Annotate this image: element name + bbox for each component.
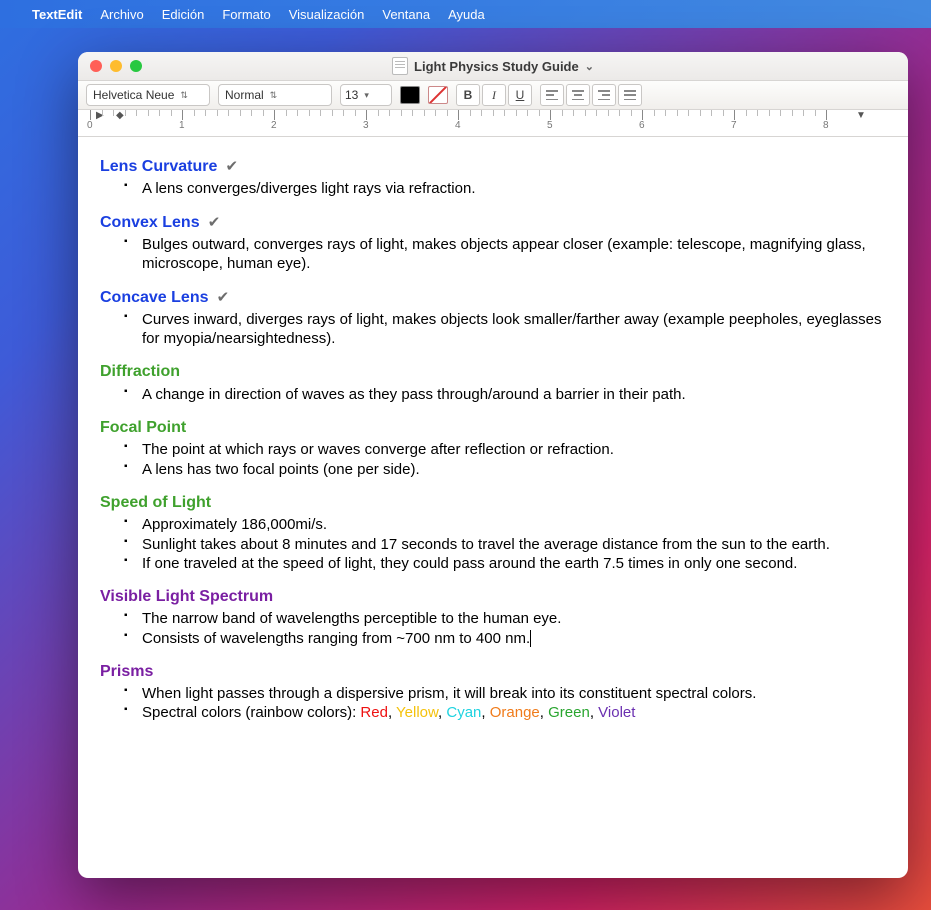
list-item: Sunlight takes about 8 minutes and 17 se…: [100, 535, 886, 554]
spectral-color: Yellow: [396, 704, 438, 721]
font-style-select[interactable]: Normal ⇅: [218, 84, 332, 106]
format-toolbar: Helvetica Neue ⇅ Normal ⇅ 13 ▾ B I U: [78, 81, 908, 110]
spectral-color: Cyan: [446, 704, 481, 721]
ruler-number: 3: [363, 120, 369, 131]
document-icon: [392, 57, 408, 75]
list-item: A lens converges/diverges light rays via…: [100, 179, 886, 198]
section-heading: Convex Lens ✔: [100, 213, 886, 233]
bullet-list: A change in direction of waves as they p…: [100, 385, 886, 404]
list-item: Consists of wavelengths ranging from ~70…: [100, 629, 886, 648]
document-window: Light Physics Study Guide ⌄ Helvetica Ne…: [78, 52, 908, 878]
list-item: If one traveled at the speed of light, t…: [100, 554, 886, 573]
section: Speed of LightApproximately 186,000mi/s.…: [100, 493, 886, 573]
ruler-number: 8: [823, 120, 829, 131]
section: Convex Lens ✔Bulges outward, converges r…: [100, 213, 886, 274]
section-heading: Diffraction: [100, 362, 886, 382]
list-item: Curves inward, diverges rays of light, m…: [100, 310, 886, 348]
section-heading: Visible Light Spectrum: [100, 587, 886, 607]
spectral-color: Red: [360, 704, 388, 721]
underline-button[interactable]: U: [508, 84, 532, 106]
document-body[interactable]: Lens Curvature ✔ A lens converges/diverge…: [78, 137, 908, 878]
window-title-text: Light Physics Study Guide: [414, 59, 579, 74]
alignment-group: [540, 84, 642, 106]
font-size-value: 13: [345, 88, 358, 102]
list-item: The narrow band of wavelengths perceptib…: [100, 609, 886, 628]
checkmark-icon: ✔: [221, 158, 238, 175]
bullet-list: Bulges outward, converges rays of light,…: [100, 235, 886, 273]
bold-button[interactable]: B: [456, 84, 480, 106]
bullet-list: A lens converges/diverges light rays via…: [100, 179, 886, 198]
text-caret: [530, 630, 531, 647]
chevron-down-icon: ▾: [364, 90, 369, 101]
menu-ventana[interactable]: Ventana: [382, 7, 430, 22]
list-item: When light passes through a dispersive p…: [100, 684, 886, 703]
text-style-group: B I U: [456, 84, 532, 106]
ruler-number: 2: [271, 120, 277, 131]
chevron-updown-icon: ⇅: [180, 90, 188, 101]
bullet-list: When light passes through a dispersive p…: [100, 684, 886, 722]
list-item: Bulges outward, converges rays of light,…: [100, 235, 886, 273]
ruler-number: 4: [455, 120, 461, 131]
checkmark-icon: ✔: [204, 214, 221, 231]
font-style-value: Normal: [225, 88, 264, 102]
bullet-list: The point at which rays or waves converg…: [100, 440, 886, 478]
italic-button[interactable]: I: [482, 84, 506, 106]
section: Focal Point The point at which rays or wa…: [100, 418, 886, 479]
left-indent-marker[interactable]: ◆: [116, 110, 124, 121]
section: Lens Curvature ✔ A lens converges/diverge…: [100, 157, 886, 199]
section-heading: Lens Curvature ✔: [100, 157, 886, 177]
align-right-button[interactable]: [592, 84, 616, 106]
menu-formato[interactable]: Formato: [222, 7, 270, 22]
align-justify-button[interactable]: [618, 84, 642, 106]
menu-visualizacion[interactable]: Visualización: [289, 7, 365, 22]
list-item: The point at which rays or waves converg…: [100, 440, 886, 459]
menu-archivo[interactable]: Archivo: [100, 7, 143, 22]
section: Visible Light Spectrum The narrow band of…: [100, 587, 886, 648]
section: Concave Lens ✔Curves inward, diverges ra…: [100, 288, 886, 349]
list-item: A lens has two focal points (one per sid…: [100, 460, 886, 479]
menu-ayuda[interactable]: Ayuda: [448, 7, 485, 22]
highlight-color-swatch[interactable]: [428, 86, 448, 104]
spectral-color: Green: [548, 704, 590, 721]
right-indent-marker[interactable]: ▼: [856, 110, 866, 121]
section-heading: Concave Lens ✔: [100, 288, 886, 308]
section-heading: Prisms: [100, 662, 886, 682]
list-item: Spectral colors (rainbow colors): Red, Y…: [100, 703, 886, 722]
list-item: A change in direction of waves as they p…: [100, 385, 886, 404]
bullet-list: Curves inward, diverges rays of light, m…: [100, 310, 886, 348]
ruler-number: 7: [731, 120, 737, 131]
list-item: Approximately 186,000mi/s.: [100, 515, 886, 534]
macos-menubar: TextEdit Archivo Edición Formato Visuali…: [0, 0, 931, 28]
section-heading: Speed of Light: [100, 493, 886, 513]
ruler-number: 0: [87, 120, 93, 131]
font-family-select[interactable]: Helvetica Neue ⇅: [86, 84, 210, 106]
section: Diffraction A change in direction of wave…: [100, 362, 886, 404]
menu-edicion[interactable]: Edición: [162, 7, 205, 22]
first-line-indent-marker[interactable]: ▶: [96, 110, 104, 121]
ruler-number: 6: [639, 120, 645, 131]
font-family-value: Helvetica Neue: [93, 88, 174, 102]
align-center-button[interactable]: [566, 84, 590, 106]
ruler[interactable]: ▶ ◆ ▼ 0 1 2 3 4 5 6 7 8: [78, 110, 908, 137]
chevron-down-icon: ⌄: [585, 60, 594, 73]
font-size-select[interactable]: 13 ▾: [340, 84, 392, 106]
titlebar[interactable]: Light Physics Study Guide ⌄: [78, 52, 908, 81]
spectral-prefix: Spectral colors (rainbow colors):: [142, 704, 360, 721]
section-heading: Focal Point: [100, 418, 886, 438]
checkmark-icon: ✔: [212, 289, 229, 306]
bullet-list: Approximately 186,000mi/s.Sunlight takes…: [100, 515, 886, 573]
align-left-button[interactable]: [540, 84, 564, 106]
bullet-list: The narrow band of wavelengths perceptib…: [100, 609, 886, 647]
text-color-swatch[interactable]: [400, 86, 420, 104]
spectral-color: Orange: [490, 704, 540, 721]
ruler-number: 5: [547, 120, 553, 131]
chevron-updown-icon: ⇅: [270, 90, 278, 101]
spectral-color: Violet: [598, 704, 635, 721]
ruler-number: 1: [179, 120, 185, 131]
app-name[interactable]: TextEdit: [32, 7, 82, 22]
window-title[interactable]: Light Physics Study Guide ⌄: [78, 57, 908, 75]
section: Prisms When light passes through a disper…: [100, 662, 886, 723]
